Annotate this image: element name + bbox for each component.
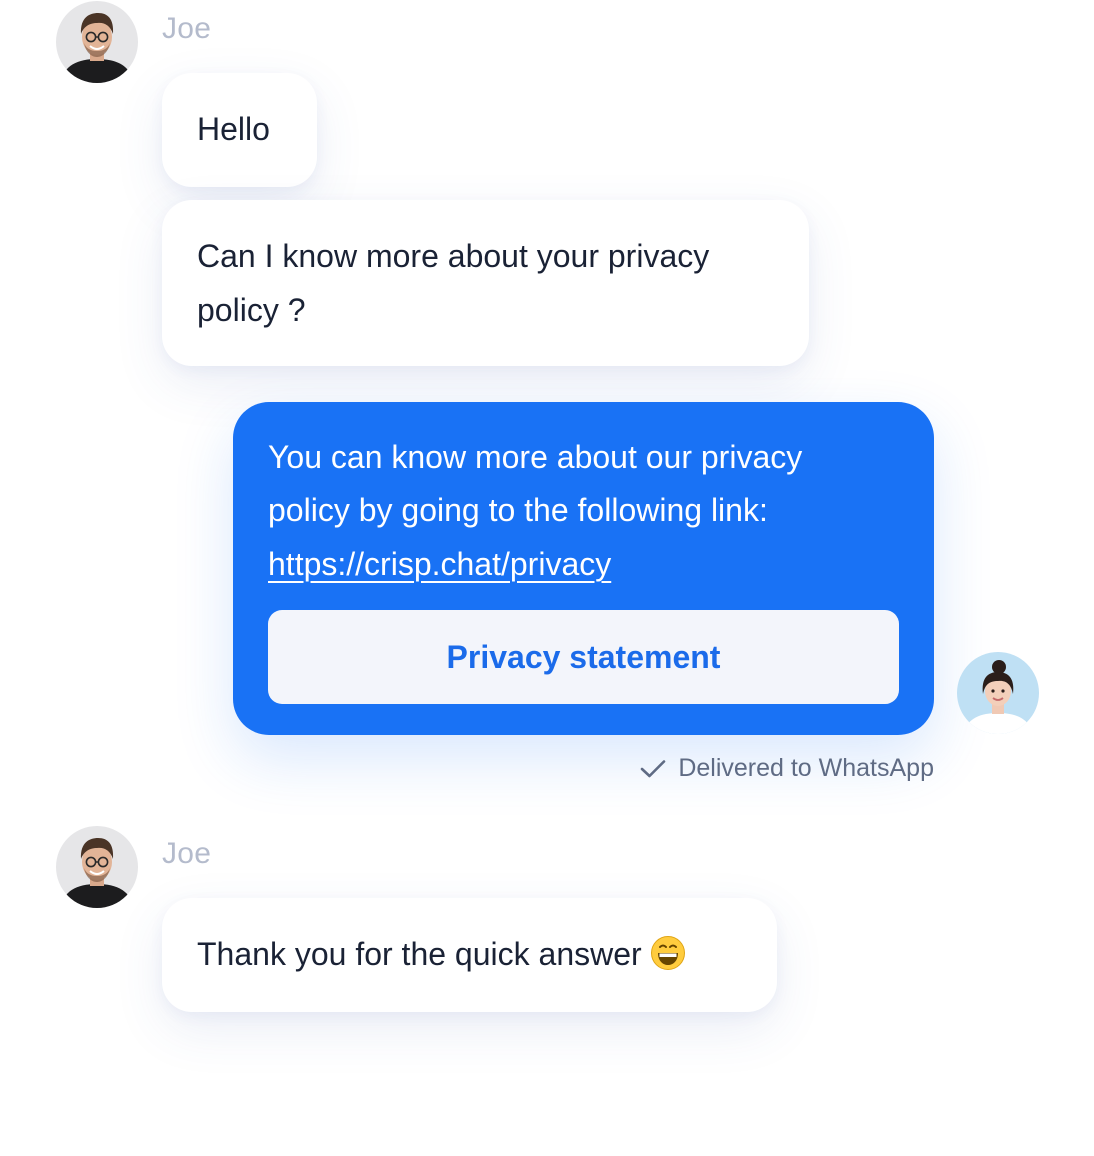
message-text: Hello [197,111,270,147]
joe-avatar [56,826,138,908]
sender-name: Joe [162,12,212,45]
chat-conversation: Joe Hello Can I know more about your pri… [0,0,1094,1156]
grinning-face-icon [650,936,685,970]
message-text: Thank you for the quick answer [197,927,686,981]
joe-avatar [56,1,138,83]
operator-avatar [957,652,1039,734]
message-bubble: Hello [162,73,317,187]
message-bubble: Thank you for the quick answer [162,898,777,1012]
message-bubble: Can I know more about your privacy polic… [162,200,809,366]
operator-reply-bubble: You can know more about our privacy poli… [233,402,934,735]
message-text: Can I know more about your privacy polic… [197,238,710,328]
delivery-status-text: Delivered to WhatsApp [678,754,934,782]
message-body: Thank you for the quick answer [197,936,642,972]
privacy-link[interactable]: https://crisp.chat/privacy [268,538,611,591]
reply-text: You can know more about our privacy poli… [268,439,803,528]
checkmark-icon [641,759,666,777]
sender-name: Joe [162,837,212,870]
privacy-statement-button[interactable]: Privacy statement [268,610,899,704]
delivery-status: Delivered to WhatsApp [640,754,934,783]
